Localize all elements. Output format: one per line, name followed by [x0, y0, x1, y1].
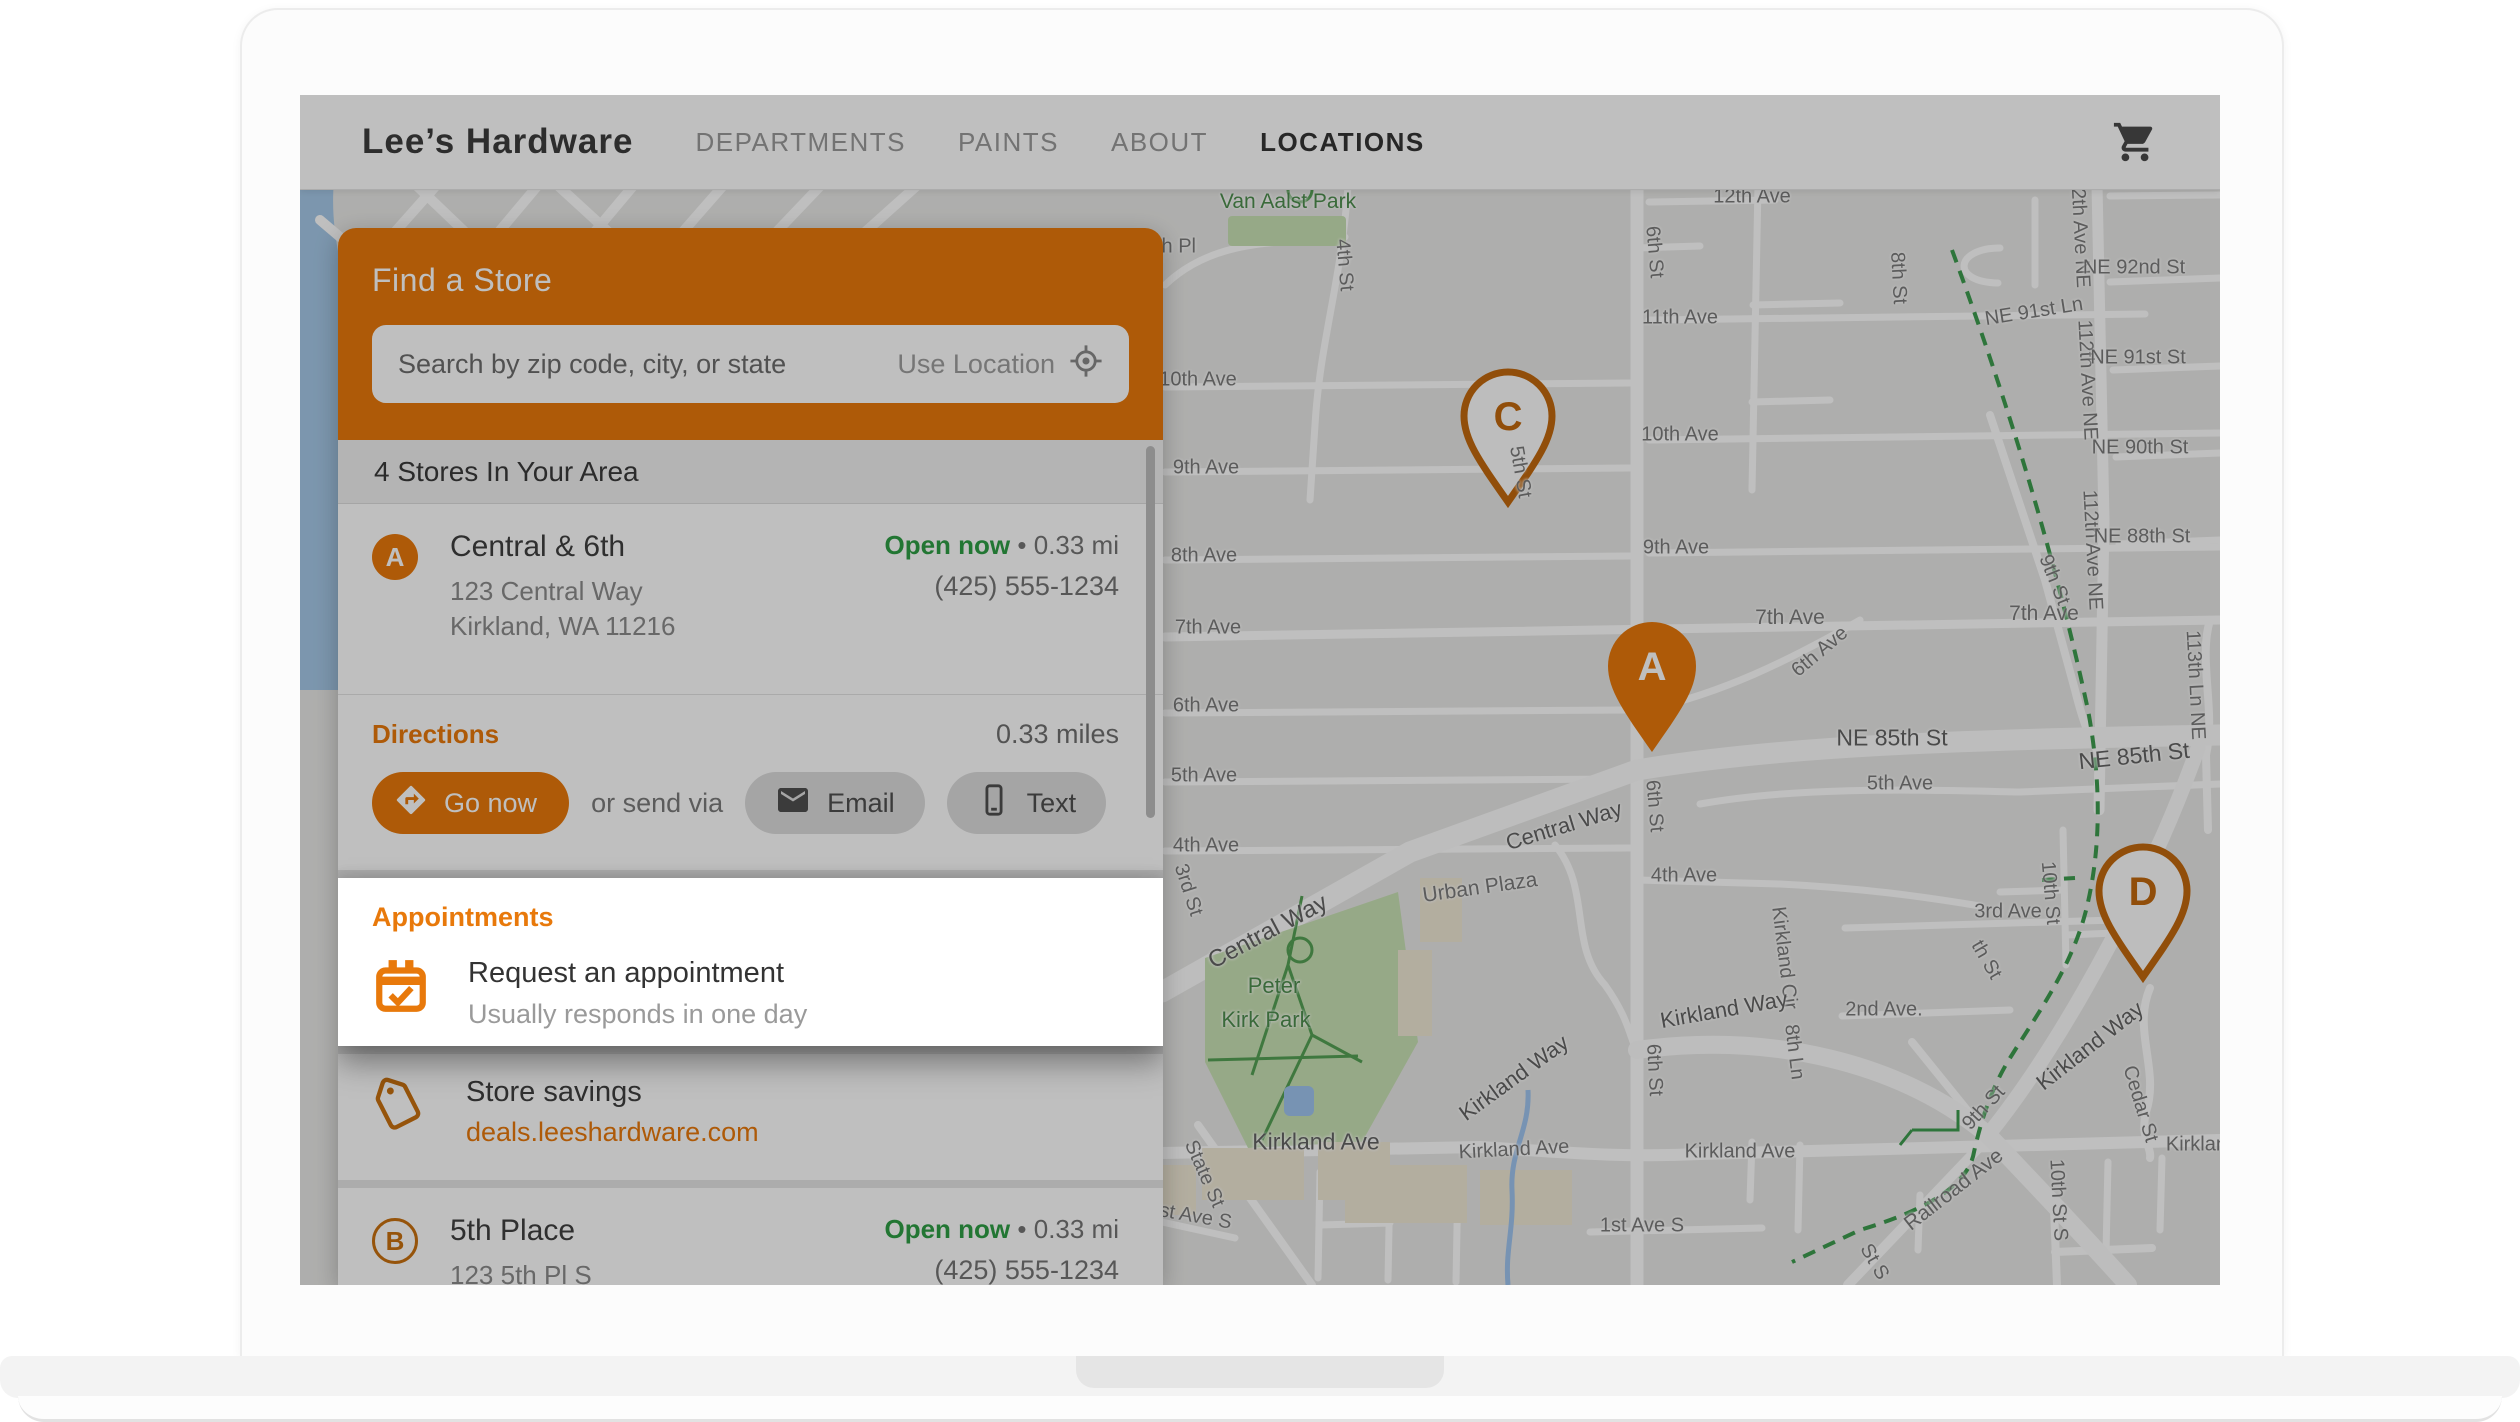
browser-screen: C D A Van Aalst Parkth Pl4th St6th St12t… [300, 95, 2220, 1285]
appointment-response-time: Usually responds in one day [468, 999, 807, 1030]
laptop-base-lip [18, 1396, 2502, 1422]
appointments-label: Appointments [372, 902, 1119, 933]
appointments-section[interactable]: Appointments Request an appointment [338, 878, 1163, 1046]
laptop-mockup: C D A Van Aalst Parkth Pl4th St6th St12t… [0, 0, 2520, 1422]
laptop-hinge-notch [1076, 1356, 1444, 1388]
calendar-check-icon [372, 957, 430, 1030]
request-appointment-title: Request an appointment [468, 957, 807, 990]
dim-overlay [300, 95, 2220, 1285]
